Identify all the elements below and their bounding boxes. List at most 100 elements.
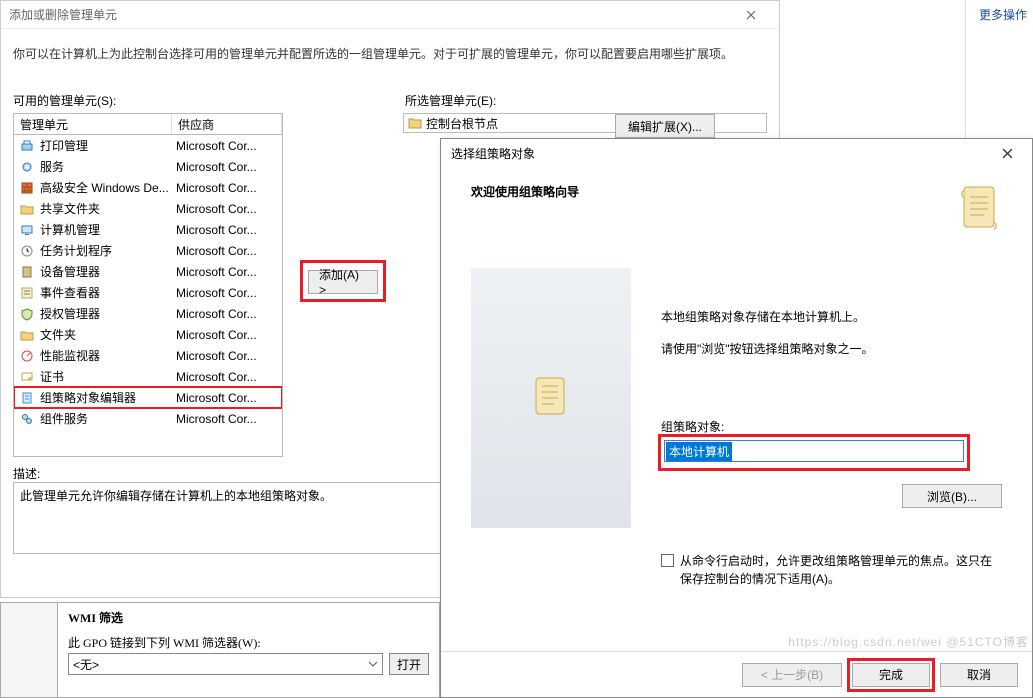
snapin-name: 高级安全 Windows De... bbox=[40, 179, 172, 196]
gears-icon bbox=[18, 159, 36, 175]
available-snapins-list[interactable]: 管理单元 供应商 打印管理Microsoft Cor...服务Microsoft… bbox=[13, 113, 283, 457]
col-snapin[interactable]: 管理单元 bbox=[14, 114, 172, 134]
component-icon bbox=[18, 411, 36, 427]
dialog-description: 你可以在计算机上为此控制台选择可用的管理单元并配置所选的一组管理单元。对于可扩展… bbox=[1, 29, 779, 92]
snapin-row[interactable]: 授权管理器Microsoft Cor... bbox=[14, 303, 282, 324]
available-label: 可用的管理单元(S): bbox=[13, 92, 283, 113]
finish-button[interactable]: 完成 bbox=[852, 663, 930, 687]
gpo-object-value: 本地计算机 bbox=[666, 442, 732, 461]
snapin-name: 事件查看器 bbox=[40, 284, 172, 301]
snapin-vendor: Microsoft Cor... bbox=[172, 223, 282, 237]
snapin-name: 打印管理 bbox=[40, 137, 172, 154]
snapin-vendor: Microsoft Cor... bbox=[172, 349, 282, 363]
col-vendor[interactable]: 供应商 bbox=[172, 114, 282, 134]
snapin-row[interactable]: 组策略对象编辑器Microsoft Cor... bbox=[14, 387, 282, 408]
gpo-field-label: 组策略对象: bbox=[661, 418, 1002, 435]
snapin-row[interactable]: 服务Microsoft Cor... bbox=[14, 156, 282, 177]
snapin-row[interactable]: 组件服务Microsoft Cor... bbox=[14, 408, 282, 429]
wizard-title: 选择组策略对象 bbox=[451, 145, 535, 162]
folder-icon bbox=[18, 327, 36, 343]
scroll-icon bbox=[958, 183, 1002, 238]
allow-focus-checkbox[interactable] bbox=[661, 554, 674, 567]
close-icon bbox=[746, 10, 756, 20]
wizard-text-1: 本地组策略对象存储在本地计算机上。 bbox=[661, 308, 1002, 326]
snapin-row[interactable]: 事件查看器Microsoft Cor... bbox=[14, 282, 282, 303]
browse-button[interactable]: 浏览(B)... bbox=[902, 484, 1002, 508]
perf-icon bbox=[18, 348, 36, 364]
snapin-name: 证书 bbox=[40, 368, 172, 385]
cancel-button[interactable]: 取消 bbox=[940, 663, 1018, 687]
printer-icon bbox=[18, 138, 36, 154]
chevron-down-icon bbox=[368, 661, 378, 667]
dialog-titlebar: 添加或删除管理单元 bbox=[1, 1, 779, 29]
snapin-name: 组策略对象编辑器 bbox=[40, 389, 172, 406]
wizard-banner bbox=[471, 268, 631, 528]
snapin-row[interactable]: 高级安全 Windows De...Microsoft Cor... bbox=[14, 177, 282, 198]
event-icon bbox=[18, 285, 36, 301]
snapin-vendor: Microsoft Cor... bbox=[172, 370, 282, 384]
snapin-row[interactable]: 性能监视器Microsoft Cor... bbox=[14, 345, 282, 366]
edit-extensions-button[interactable]: 编辑扩展(X)... bbox=[615, 114, 715, 138]
open-button[interactable]: 打开 bbox=[389, 653, 429, 675]
auth-icon bbox=[18, 306, 36, 322]
snapin-vendor: Microsoft Cor... bbox=[172, 286, 282, 300]
snapin-vendor: Microsoft Cor... bbox=[172, 412, 282, 426]
snapin-vendor: Microsoft Cor... bbox=[172, 181, 282, 195]
device-icon bbox=[18, 264, 36, 280]
snapin-row[interactable]: 文件夹Microsoft Cor... bbox=[14, 324, 282, 345]
gpo-object-input[interactable]: 本地计算机 bbox=[664, 440, 964, 462]
snapin-name: 授权管理器 bbox=[40, 305, 172, 322]
wmi-filter-value: <无> bbox=[73, 656, 99, 673]
snapin-name: 任务计划程序 bbox=[40, 242, 172, 259]
wizard-text-2: 请使用"浏览"按钮选择组策略对象之一。 bbox=[661, 340, 1002, 358]
add-button-highlight: 添加(A) > bbox=[303, 263, 383, 299]
clock-icon bbox=[18, 243, 36, 259]
wizard-footer: < 上一步(B) 完成 取消 bbox=[441, 651, 1032, 697]
snapin-name: 设备管理器 bbox=[40, 263, 172, 280]
snapin-row[interactable]: 证书Microsoft Cor... bbox=[14, 366, 282, 387]
close-icon bbox=[1002, 148, 1013, 159]
computer-icon bbox=[18, 222, 36, 238]
add-button[interactable]: 添加(A) > bbox=[308, 270, 378, 294]
wizard-welcome: 欢迎使用组策略向导 bbox=[471, 183, 579, 200]
folder-icon bbox=[408, 117, 422, 129]
snapin-row[interactable]: 计算机管理Microsoft Cor... bbox=[14, 219, 282, 240]
gpo-field-highlight: 本地计算机 bbox=[661, 437, 967, 468]
more-actions-link[interactable]: 更多操作 bbox=[979, 8, 1027, 22]
snapin-row[interactable]: 设备管理器Microsoft Cor... bbox=[14, 261, 282, 282]
snapin-vendor: Microsoft Cor... bbox=[172, 139, 282, 153]
snapin-vendor: Microsoft Cor... bbox=[172, 244, 282, 258]
snapin-vendor: Microsoft Cor... bbox=[172, 160, 282, 174]
wmi-filter-combo[interactable]: <无> bbox=[68, 653, 383, 675]
gpo-icon bbox=[18, 390, 36, 406]
dialog-title: 添加或删除管理单元 bbox=[9, 6, 117, 23]
finish-button-highlight: 完成 bbox=[850, 661, 932, 689]
snapin-row[interactable]: 任务计划程序Microsoft Cor... bbox=[14, 240, 282, 261]
snapin-vendor: Microsoft Cor... bbox=[172, 202, 282, 216]
snapin-name: 服务 bbox=[40, 158, 172, 175]
snapin-row[interactable]: 打印管理Microsoft Cor... bbox=[14, 135, 282, 156]
folder-share-icon bbox=[18, 201, 36, 217]
snapin-name: 文件夹 bbox=[40, 326, 172, 343]
console-root-label: 控制台根节点 bbox=[426, 115, 498, 132]
selected-label: 所选管理单元(E): bbox=[393, 92, 508, 113]
wizard-close-button[interactable] bbox=[986, 141, 1028, 165]
snapin-name: 性能监视器 bbox=[40, 347, 172, 364]
close-button[interactable] bbox=[731, 4, 771, 26]
gpo-wizard-dialog: 选择组策略对象 欢迎使用组策略向导 本地组策略对象存储在本地计算机上。 请使用"… bbox=[440, 138, 1033, 698]
snapin-vendor: Microsoft Cor... bbox=[172, 265, 282, 279]
scroll-icon bbox=[531, 374, 571, 422]
checkbox-label: 从命令行启动时，允许更改组策略管理单元的焦点。这只在保存控制台的情况下适用(A)… bbox=[680, 552, 1002, 588]
snapin-vendor: Microsoft Cor... bbox=[172, 391, 282, 405]
snapin-vendor: Microsoft Cor... bbox=[172, 328, 282, 342]
back-button: < 上一步(B) bbox=[742, 663, 842, 687]
list-header: 管理单元 供应商 bbox=[13, 113, 283, 135]
wmi-filter-panel: WMI 筛选 此 GPO 链接到下列 WMI 筛选器(W): <无> 打开 bbox=[0, 602, 440, 698]
cert-icon bbox=[18, 369, 36, 385]
snapin-name: 计算机管理 bbox=[40, 221, 172, 238]
snapin-row[interactable]: 共享文件夹Microsoft Cor... bbox=[14, 198, 282, 219]
wmi-label: 此 GPO 链接到下列 WMI 筛选器(W): bbox=[68, 634, 429, 651]
snapin-vendor: Microsoft Cor... bbox=[172, 307, 282, 321]
snapin-name: 共享文件夹 bbox=[40, 200, 172, 217]
wizard-titlebar: 选择组策略对象 bbox=[441, 139, 1032, 167]
